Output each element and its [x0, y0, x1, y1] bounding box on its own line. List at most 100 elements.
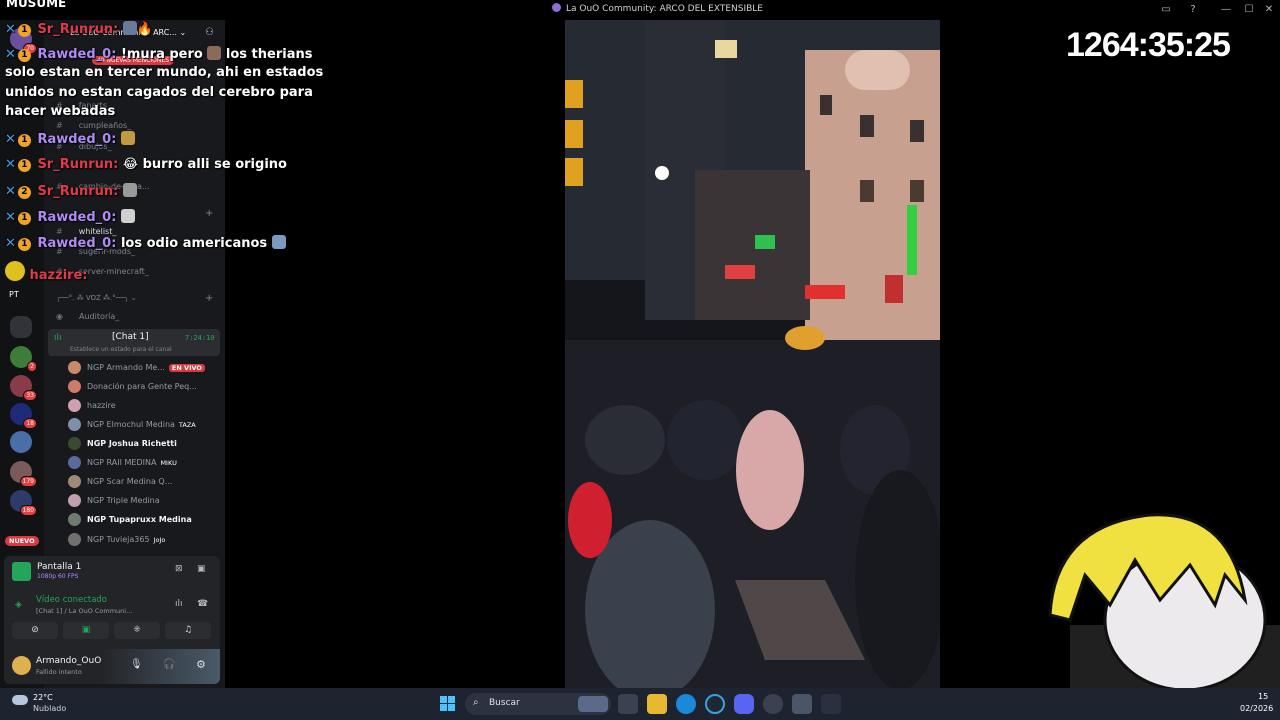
window-title-text: La OuO Community: ARCO DEL EXTENSIBLE: [566, 4, 763, 14]
discord-logo-icon: [552, 3, 561, 12]
screen-share-title: Pantalla 1: [37, 562, 82, 572]
task-view-icon[interactable]: [618, 694, 638, 714]
voice-channel-time: 7:24:10: [185, 334, 215, 342]
settings-gear-icon[interactable]: ⚙: [196, 658, 206, 671]
voice-active-icon: ılı: [54, 333, 62, 343]
weather-desc[interactable]: Nublado: [33, 704, 66, 713]
popout-icon[interactable]: ⊠: [175, 564, 183, 574]
signal-icon[interactable]: ◈: [15, 600, 22, 610]
voice-category-label: VOZ: [85, 294, 101, 302]
obs-icon[interactable]: [763, 694, 783, 714]
chat-message: ✕ 1 Sr_Runrun: 😂 burro alli se origino: [5, 157, 287, 172]
voice-user-name: NGP Scar Medina Q...: [87, 477, 173, 486]
camera-button[interactable]: ⊘: [12, 622, 58, 639]
chat-text: !mura pero: [120, 47, 203, 62]
emote-icon: [271, 235, 286, 249]
voice-user[interactable]: NGP RAII MEDINA MIKU: [68, 456, 177, 470]
add-channel-icon[interactable]: +: [205, 293, 213, 304]
chat-username: Rawded_0:: [37, 132, 117, 147]
maximize-button[interactable]: ☐: [1241, 2, 1257, 18]
soundboard-button[interactable]: ♫: [165, 622, 211, 639]
chat-text: unidos no estan cagados del cerebro para: [5, 85, 313, 100]
chat-message: hazzire:: [5, 261, 88, 283]
user-tag: MIKU: [160, 459, 177, 467]
user-status: Fallido intento: [36, 668, 82, 676]
subscriber-badge-icon: 2: [17, 186, 31, 199]
avatar[interactable]: [12, 656, 31, 675]
stop-stream-icon[interactable]: ▣: [197, 564, 206, 574]
app-icon[interactable]: [821, 694, 841, 714]
voice-user[interactable]: NGP Joshua Richetti: [68, 437, 177, 451]
file-explorer-icon[interactable]: [647, 694, 667, 714]
minimize-button[interactable]: —: [1218, 2, 1234, 18]
app-icon[interactable]: [705, 694, 725, 714]
start-button[interactable]: [440, 696, 456, 712]
activities-button[interactable]: ⁜: [114, 622, 160, 639]
voice-user[interactable]: NGP Elmochul Medina TAZA: [68, 418, 196, 432]
add-member-icon[interactable]: ⚇: [205, 27, 214, 38]
username: Armando_OuO: [36, 656, 102, 666]
voice-user-name: NGP RAII MEDINA: [87, 458, 157, 467]
headphones-icon[interactable]: 🎧: [163, 659, 175, 670]
chat-message: ✕ 1 Rawded_0: los odio americanos: [5, 235, 286, 251]
window-title: La OuO Community: ARCO DEL EXTENSIBLE: [552, 3, 763, 14]
microphone-icon[interactable]: 🎙: [130, 659, 143, 670]
server-icon[interactable]: 180: [10, 490, 37, 516]
server-icon[interactable]: 18: [10, 403, 37, 429]
nuevo-badge: NUEVO: [5, 536, 39, 546]
server-icon[interactable]: 33: [10, 375, 37, 401]
voice-user[interactable]: hazzire: [68, 399, 116, 413]
chat-message: ✕ 1 Rawded_0: !mura pero los therians: [5, 46, 312, 62]
screen-share-button[interactable]: ▣: [63, 622, 109, 639]
settings-icon[interactable]: [792, 694, 812, 714]
avatar: [68, 456, 81, 469]
disconnect-icon[interactable]: ☎: [197, 599, 208, 609]
chat-message: ✕ 1 Sr_Runrun: 🔥: [5, 21, 153, 37]
voice-channel-item[interactable]: ◉ Auditoría_: [56, 312, 119, 321]
clock-date[interactable]: 02/2026: [1240, 704, 1273, 713]
close-button[interactable]: ✕: [1261, 2, 1277, 18]
channel-item[interactable]: # cumpleaños_: [56, 121, 131, 130]
voice-user[interactable]: NGP Tupapruxx Medina: [68, 513, 192, 527]
camera-off-icon: ⊘: [31, 625, 39, 635]
voice-category[interactable]: ╭──°. ⁂ VOZ ⁂.°──╮ ⌄: [56, 294, 137, 302]
emote-icon: [207, 46, 222, 60]
server-icon[interactable]: 2: [10, 346, 37, 372]
voice-connected-status: Vídeo conectado: [36, 595, 108, 605]
user-panel: [4, 649, 220, 684]
stream-video: [565, 20, 940, 688]
weather-temp[interactable]: 22°C: [33, 693, 53, 702]
discover-icon[interactable]: [10, 316, 32, 338]
discord-icon[interactable]: [734, 694, 754, 714]
channel-name: Auditoría_: [78, 312, 120, 321]
chat-text: solo estan en tercer mundo, ahi en estad…: [5, 65, 324, 80]
voice-user[interactable]: NGP Scar Medina Q...: [68, 475, 172, 489]
channel-name: server-minecraft_: [78, 267, 149, 276]
laugh-emoji-icon: 😂: [122, 157, 139, 172]
clock-time[interactable]: 15: [1258, 692, 1268, 701]
avatar: [68, 418, 81, 431]
platform-icon: ✕: [5, 236, 16, 251]
fire-emoji-icon: 🔥: [136, 22, 154, 37]
server-badge: 33: [23, 390, 37, 401]
subscriber-badge-icon: 1: [17, 49, 31, 62]
noise-suppression-icon[interactable]: ılı: [175, 599, 183, 609]
server-icon[interactable]: 179: [10, 461, 37, 487]
voice-user[interactable]: NGP Triple Medina: [68, 494, 160, 508]
edge-icon[interactable]: [676, 694, 696, 714]
user-tag: JoJo: [153, 536, 166, 544]
server-badge: 2: [27, 361, 37, 372]
voice-user[interactable]: NGP Armando Me... EN VIVO: [68, 361, 205, 375]
avatar: [68, 399, 81, 412]
chat-username: Sr_Runrun:: [37, 157, 119, 172]
screen-share-quality: 1080p 60 FPS: [37, 573, 79, 580]
voice-user[interactable]: NGP Tuvieja365 JoJo: [68, 533, 165, 547]
help-icon[interactable]: ?: [1185, 2, 1201, 18]
voice-channel-name: [Chat 1]: [112, 332, 149, 342]
voice-user[interactable]: Donación para Gente Peq...: [68, 380, 197, 394]
add-channel-icon[interactable]: +: [205, 208, 213, 219]
chat-text: burro alli se origino: [142, 157, 287, 172]
server-icon[interactable]: [10, 431, 32, 453]
inbox-icon[interactable]: ▭: [1158, 2, 1174, 18]
voice-connected-channel[interactable]: [Chat 1] / La OuO Communi...: [36, 607, 132, 615]
